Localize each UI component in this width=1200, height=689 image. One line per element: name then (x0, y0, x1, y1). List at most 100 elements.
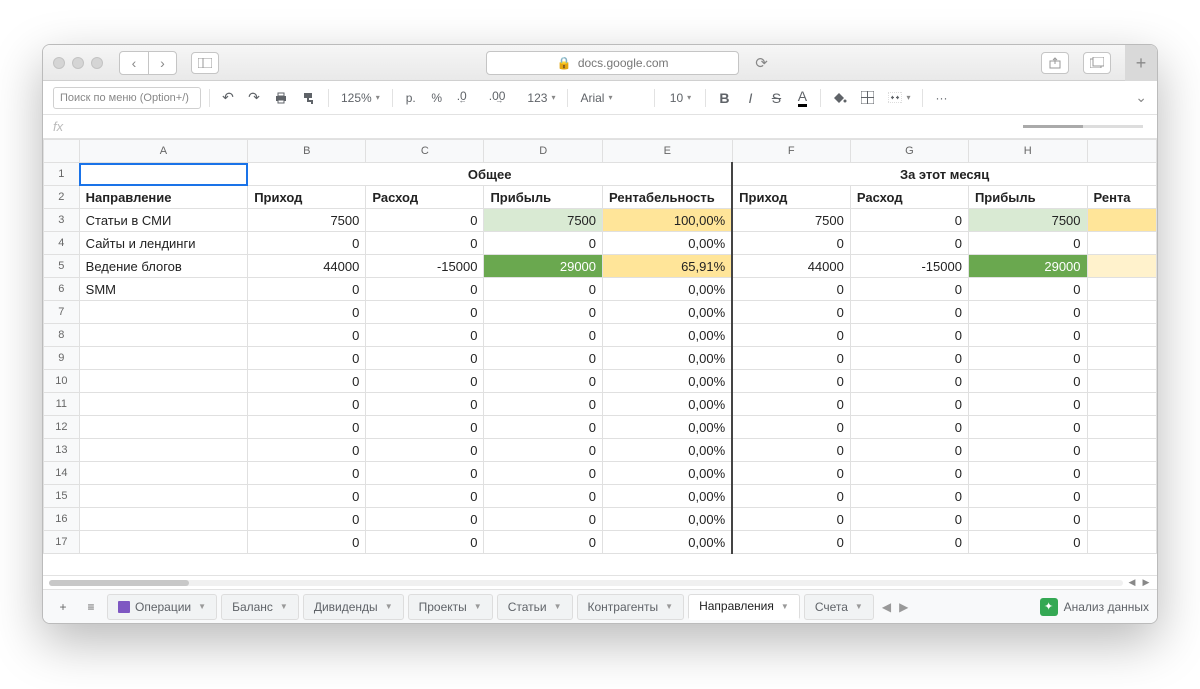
row-header[interactable]: 11 (44, 393, 80, 416)
borders-button[interactable] (857, 86, 878, 110)
cell[interactable]: 29000 (484, 255, 603, 278)
col-header-D[interactable]: D (484, 140, 603, 163)
cell[interactable]: 0 (248, 508, 366, 531)
cell[interactable]: 0,00% (603, 531, 733, 554)
row-header[interactable]: 6 (44, 278, 80, 301)
chevron-down-icon[interactable]: ▼ (280, 602, 288, 611)
minimize-dot[interactable] (72, 57, 84, 69)
cell[interactable]: 0 (850, 209, 968, 232)
add-sheet-button[interactable]: + (51, 595, 75, 619)
cell[interactable]: Сайты и лендинги (79, 232, 248, 255)
cell[interactable] (1087, 508, 1156, 531)
sheet-tab[interactable]: Баланс▼ (221, 594, 299, 620)
chevron-down-icon[interactable]: ▼ (474, 602, 482, 611)
cell[interactable] (1087, 462, 1156, 485)
cell[interactable]: 0 (248, 416, 366, 439)
col-header-G[interactable]: G (850, 140, 968, 163)
chevron-down-icon[interactable]: ▼ (198, 602, 206, 611)
cell[interactable] (1087, 278, 1156, 301)
cell[interactable]: 29000 (968, 255, 1087, 278)
address-bar[interactable]: 🔒 docs.google.com (486, 51, 739, 75)
cell[interactable]: 0 (366, 347, 484, 370)
row-header[interactable]: 17 (44, 531, 80, 554)
reload-icon[interactable]: ⟳ (755, 54, 768, 72)
col-header-partial[interactable] (1087, 140, 1156, 163)
cell[interactable]: 0 (968, 301, 1087, 324)
cell[interactable] (79, 370, 248, 393)
explore-button[interactable]: ✦ Анализ данных (1040, 598, 1149, 616)
cell[interactable]: 0,00% (603, 370, 733, 393)
sheet-tab[interactable]: Проекты▼ (408, 594, 493, 620)
close-dot[interactable] (53, 57, 65, 69)
cell[interactable]: SMM (79, 278, 248, 301)
chevron-down-icon[interactable]: ▼ (855, 602, 863, 611)
zoom-dot[interactable] (91, 57, 103, 69)
cell-group-general[interactable]: Общее (248, 163, 732, 186)
sheet-tab[interactable]: Дивиденды▼ (303, 594, 404, 620)
cell[interactable]: 0 (850, 301, 968, 324)
cell[interactable]: 0,00% (603, 278, 733, 301)
cell[interactable]: 0,00% (603, 439, 733, 462)
row-header[interactable]: 1 (44, 163, 80, 186)
cell[interactable]: 0 (366, 324, 484, 347)
row-header[interactable]: 7 (44, 301, 80, 324)
cell[interactable]: 0 (366, 531, 484, 554)
cell[interactable]: -15000 (366, 255, 484, 278)
row-header[interactable]: 10 (44, 370, 80, 393)
cell[interactable]: 0 (366, 416, 484, 439)
sheet-tab[interactable]: Статьи▼ (497, 594, 573, 620)
cell[interactable] (1087, 209, 1156, 232)
increase-decimals-button[interactable]: .00→ (485, 86, 518, 110)
sheet-tab[interactable]: Счета▼ (804, 594, 874, 620)
cell[interactable]: 0,00% (603, 232, 733, 255)
cell[interactable] (79, 485, 248, 508)
merge-cells-button[interactable] (884, 86, 914, 110)
cell[interactable]: 0 (366, 370, 484, 393)
cell[interactable]: 0,00% (603, 462, 733, 485)
cell[interactable]: 0 (484, 462, 603, 485)
undo-button[interactable]: ↶ (218, 86, 238, 110)
cell[interactable]: 0,00% (603, 301, 733, 324)
cell[interactable]: 0 (366, 301, 484, 324)
scrollbar-track[interactable] (49, 580, 1123, 586)
col-header-H[interactable]: H (968, 140, 1087, 163)
cell[interactable]: 0 (968, 416, 1087, 439)
cell[interactable]: Прибыль (968, 186, 1087, 209)
cell[interactable]: 0 (248, 278, 366, 301)
cell[interactable]: 0 (248, 370, 366, 393)
row-header[interactable]: 14 (44, 462, 80, 485)
cell[interactable]: 7500 (968, 209, 1087, 232)
cell[interactable]: 0 (850, 324, 968, 347)
cell[interactable]: 0 (850, 278, 968, 301)
cell[interactable]: 0 (732, 347, 850, 370)
horizontal-scrollbar[interactable]: ◀ ▶ (43, 575, 1157, 589)
cell[interactable] (79, 439, 248, 462)
cell[interactable]: 0 (366, 462, 484, 485)
back-icon[interactable]: ‹ (120, 52, 148, 74)
cell[interactable]: 0 (366, 508, 484, 531)
cell[interactable]: 0 (968, 232, 1087, 255)
paint-format-button[interactable] (298, 86, 320, 110)
row-header[interactable]: 3 (44, 209, 80, 232)
tabs-scroll-left-icon[interactable]: ◀ (882, 600, 891, 614)
cell[interactable]: 0 (732, 370, 850, 393)
cell[interactable]: Расход (850, 186, 968, 209)
scrollbar-thumb[interactable] (49, 580, 189, 586)
cell[interactable]: 7500 (484, 209, 603, 232)
sheet-tab[interactable]: Контрагенты▼ (577, 594, 685, 620)
menu-search[interactable]: Поиск по меню (Option+/) (53, 87, 201, 109)
cell[interactable]: 0 (248, 347, 366, 370)
cell[interactable]: 0 (484, 278, 603, 301)
select-all-corner[interactable] (44, 140, 80, 163)
cell[interactable]: 0 (248, 531, 366, 554)
cell-group-month[interactable]: За этот месяц (732, 163, 1156, 186)
col-header-F[interactable]: F (732, 140, 850, 163)
cell[interactable]: 0 (366, 393, 484, 416)
cell[interactable] (1087, 301, 1156, 324)
sheet-tab[interactable]: Направления▼ (688, 594, 800, 620)
row-header[interactable]: 5 (44, 255, 80, 278)
cell[interactable]: 0 (484, 324, 603, 347)
scroll-left-icon[interactable]: ◀ (1127, 577, 1137, 588)
cell[interactable]: Приход (732, 186, 850, 209)
cell[interactable]: 0 (366, 439, 484, 462)
